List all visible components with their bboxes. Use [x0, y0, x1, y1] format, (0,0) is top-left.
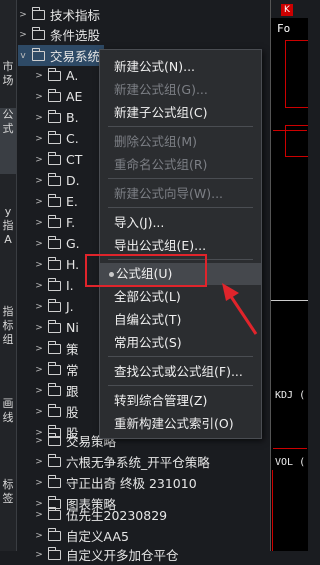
folder-icon: [48, 546, 61, 560]
chevron-right-icon[interactable]: >: [34, 550, 44, 560]
annotation-arrow-icon: [222, 283, 258, 335]
